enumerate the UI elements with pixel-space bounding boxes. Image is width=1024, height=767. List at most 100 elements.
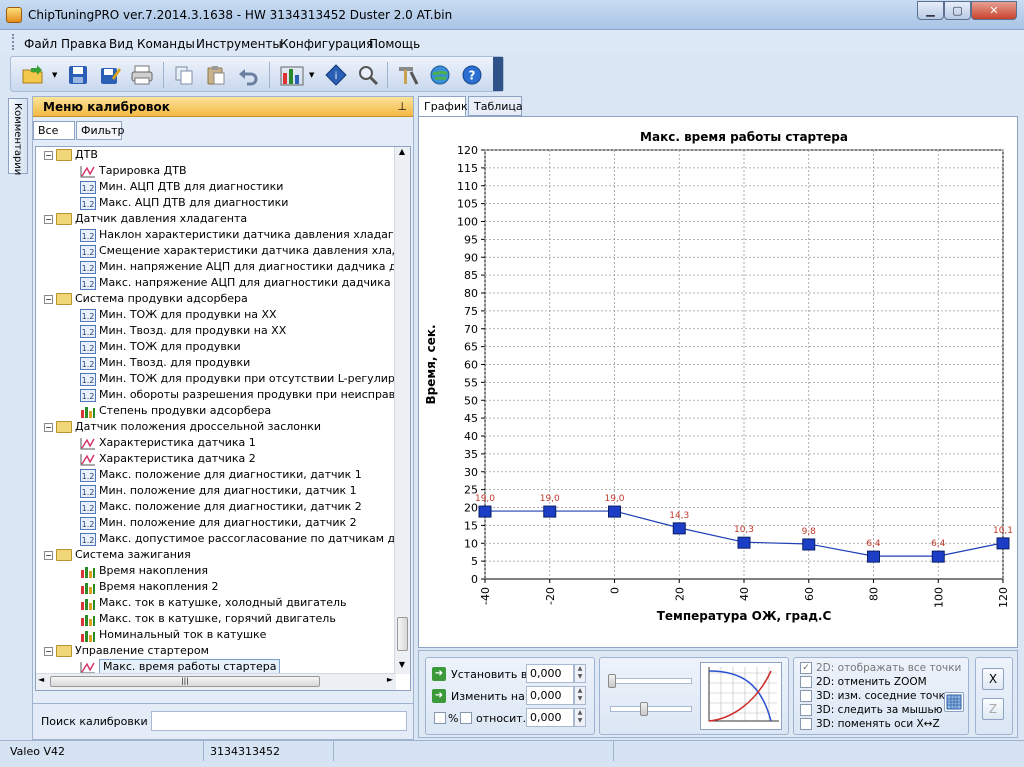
info-icon[interactable]: i [323,62,349,88]
tree-item[interactable]: Степень продувки адсорбера [80,403,271,419]
menu-edit[interactable]: Правка [61,37,107,51]
tree-item[interactable]: 1.2 Макс. допустимое рассогласование по д… [80,531,410,547]
close-button[interactable]: ✕ [971,1,1017,20]
data-point[interactable] [996,537,1010,550]
tree-hscroll-thumb[interactable]: ||| [50,676,320,687]
set-arrow-icon[interactable]: ➜ [432,667,446,681]
collapse-icon[interactable]: − [44,646,53,656]
tree-item[interactable]: Характеристика датчика 2 [80,451,256,467]
chart-area[interactable]: Макс. время работы стартера 0 5 10 15 20 25 30 3… [418,116,1018,648]
data-point[interactable] [931,550,945,563]
tree-item[interactable]: Номинальный ток в катушке [80,627,266,643]
web-update-icon[interactable] [427,62,453,88]
toolbar-overflow[interactable] [493,57,503,91]
tree-item[interactable]: Макс. ток в катушке, холодный двигатель [80,595,347,611]
data-point[interactable] [867,550,880,563]
maximize-button[interactable]: ▢ [944,1,971,20]
data-point[interactable] [478,505,492,518]
option-checkbox[interactable] [800,718,812,730]
tree-folder[interactable]: − Система зажигания [44,547,191,563]
option-checkbox[interactable] [800,690,812,702]
save-icon[interactable] [65,62,91,88]
tree-item[interactable]: 1.2 Смещение характеристики датчика давле… [80,243,410,259]
tree-item[interactable]: 1.2 Мин. положение для диагностики, датчи… [80,515,357,531]
tree-item[interactable]: 1.2 Мин. ТОЖ для продувки [80,339,241,355]
data-point[interactable] [802,538,816,551]
menu-help[interactable]: Помощь [369,37,420,51]
tree-item[interactable]: 1.2 Макс. напряжение АЦП для диагностики … [80,275,410,291]
percent-checkbox[interactable] [434,712,446,724]
display-option[interactable]: 2D: отменить ZOOM [800,676,927,688]
set-value-input[interactable]: 0,000 [526,664,574,683]
tree-folder[interactable]: − Управление стартером [44,643,209,659]
menu-view[interactable]: Вид [109,37,133,51]
tab-all[interactable]: Все [33,121,75,140]
tree-folder[interactable]: − Система продувки адсорбера [44,291,248,307]
help-icon[interactable]: ? [459,62,485,88]
tools-icon[interactable] [395,62,421,88]
tree-item[interactable]: 1.2 Мин. ТОЖ для продувки при отсутствии … [80,371,410,387]
tree-folder[interactable]: − Датчик давления хладагента [44,211,247,227]
relative-value-spinner[interactable]: ▲ ▼ [574,708,586,727]
tree-folder[interactable]: − Датчик положения дроссельной заслонки [44,419,321,435]
tree-item[interactable]: Время накопления [80,563,208,579]
display-option[interactable]: 3D: изм. соседние точки [800,690,952,702]
save-as-icon[interactable] [97,62,123,88]
pin-icon[interactable]: ⊥ [397,100,407,113]
data-point[interactable] [543,505,557,518]
tree-vertical-scrollbar[interactable]: ▲ ▼ [394,147,410,674]
tree-scroll-thumb[interactable] [397,617,408,651]
undo-icon[interactable] [235,62,261,88]
change-arrow-icon[interactable]: ➜ [432,689,446,703]
menu-grip[interactable] [12,34,15,50]
tree-item[interactable]: 1.2 Мин. Твозд. для продувки [80,355,250,371]
axis-x-button[interactable]: X [982,668,1004,690]
tree-item[interactable]: Макс. ток в катушке, горячий двигатель [80,611,336,627]
open-dropdown-icon[interactable]: ▼ [52,71,57,79]
relative-checkbox[interactable] [460,712,472,724]
option-checkbox[interactable]: ✓ [800,662,812,674]
tree-item[interactable]: Характеристика датчика 1 [80,435,256,451]
menu-configuration[interactable]: Конфигурация [280,37,373,51]
collapse-icon[interactable]: − [44,294,53,304]
collapse-icon[interactable]: − [44,214,53,224]
change-value-spinner[interactable]: ▲ ▼ [574,686,586,705]
set-value-spinner[interactable]: ▲ ▼ [574,664,586,683]
tree-item[interactable]: 1.2 Мин. положение для диагностики, датчи… [80,483,357,499]
collapse-icon[interactable]: − [44,422,53,432]
tree-item[interactable]: 1.2 Мин. напряжение АЦП для диагностики д… [80,259,410,275]
tree-item[interactable]: 1.2 Макс. положение для диагностики, датч… [80,499,362,515]
calibration-tree[interactable]: − ДТВ Тарировка ДТВ 1.2 Мин. АЦП ДТВ для диа… [35,146,411,691]
data-point[interactable] [737,536,751,549]
chart-dropdown-icon[interactable]: ▼ [309,71,314,79]
tree-item[interactable]: 1.2 Мин. ТОЖ для продувки на ХХ [80,307,277,323]
collapse-icon[interactable]: − [44,150,53,160]
chart-svg[interactable]: Макс. время работы стартера0510152025303… [419,117,1017,647]
display-option[interactable]: 3D: следить за мышью [800,704,943,716]
collapse-icon[interactable]: − [44,550,53,560]
data-point[interactable] [608,505,621,518]
tab-table[interactable]: Таблица [468,96,523,116]
tree-item[interactable]: 1.2 Мин. АЦП ДТВ для диагностики [80,179,283,195]
tab-graph[interactable]: График [418,96,468,117]
search-input[interactable] [151,711,407,731]
tree-item[interactable]: 1.2 Наклон характеристики датчика давлени… [80,227,410,243]
tree-horizontal-scrollbar[interactable]: ◄ ||| ► [36,673,396,690]
menu-file[interactable]: Файл [24,37,57,51]
tree-item[interactable]: Тарировка ДТВ [80,163,187,179]
tab-filter[interactable]: Фильтр [76,121,125,140]
display-option[interactable]: 3D: поменять оси X↔Z [800,718,940,730]
data-point[interactable] [672,522,686,535]
slider-thumb-1[interactable] [608,674,616,688]
axis-z-button[interactable]: Z [982,698,1004,720]
option-checkbox[interactable] [800,704,812,716]
menu-tools[interactable]: Инструменты [196,37,282,51]
slider-track-1[interactable] [610,678,692,684]
menu-commands[interactable]: Команды [137,37,195,51]
comments-side-tab[interactable]: Комментарии [8,98,28,175]
copy-icon[interactable] [171,62,197,88]
tree-item[interactable]: 1.2 Мин. обороты разрешения продувки при … [80,387,410,403]
grid-icon[interactable] [944,692,964,712]
paste-icon[interactable] [203,62,229,88]
chart-view-icon[interactable] [279,62,305,88]
